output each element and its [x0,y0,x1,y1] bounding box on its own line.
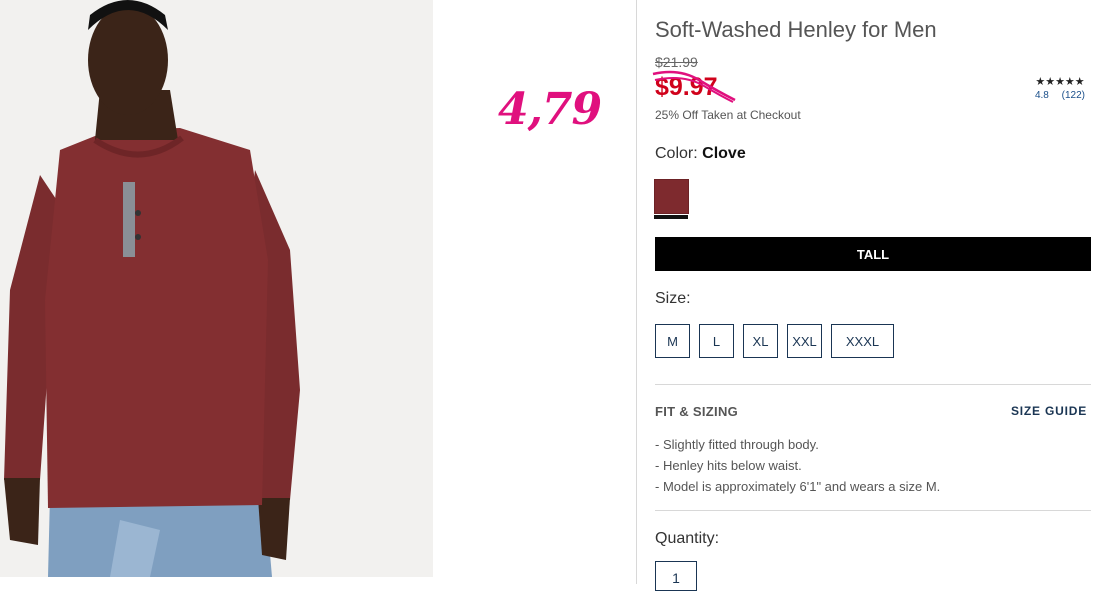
handwritten-strike-mark [652,70,736,103]
product-title: Soft-Washed Henley for Men [655,17,937,42]
color-swatch-clove[interactable] [654,179,689,214]
size-guide-link[interactable]: SIZE GUIDE [1011,404,1087,418]
rating-summary[interactable]: ★★★★★ 4.8 (122) [1025,75,1095,101]
list-item: Henley hits below waist. [655,455,940,476]
selected-swatch-indicator [654,215,688,219]
list-item: Model is approximately 6'1" and wears a … [655,476,940,497]
handwritten-price-annotation: 4,79 [498,84,602,135]
fit-sizing-list: Slightly fitted through body. Henley hit… [655,434,940,497]
size-option-m[interactable]: M [655,324,690,358]
promo-text: 25% Off Taken at Checkout [655,108,801,122]
divider [655,510,1091,511]
divider [655,384,1091,385]
product-details-panel: Soft-Washed Henley for Men $21.99 $9.97 … [636,0,1111,591]
review-count[interactable]: (122) [1062,90,1085,101]
tall-fit-button[interactable]: TALL [655,237,1091,271]
size-label: Size: [655,290,691,307]
fit-sizing-heading: FIT & SIZING [655,404,739,419]
size-option-xl[interactable]: XL [743,324,778,358]
model-photo-illustration [0,0,433,577]
color-label-row: Color: Clove [655,145,746,163]
rating-meta: 4.8 (122) [1025,90,1095,101]
list-item: Slightly fitted through body. [655,434,940,455]
size-option-xxl[interactable]: XXL [787,324,822,358]
color-label: Color: [655,145,698,162]
star-rating-icon: ★★★★★ [1035,76,1085,88]
quantity-label: Quantity: [655,530,720,547]
size-option-xxxl[interactable]: XXXL [831,324,894,358]
size-options: M L XL XXL XXXL [655,324,894,358]
rating-score: 4.8 [1034,90,1049,101]
color-value: Clove [702,145,746,162]
quantity-input[interactable]: 1 [655,561,697,591]
product-image [0,0,433,577]
size-option-l[interactable]: L [699,324,734,358]
